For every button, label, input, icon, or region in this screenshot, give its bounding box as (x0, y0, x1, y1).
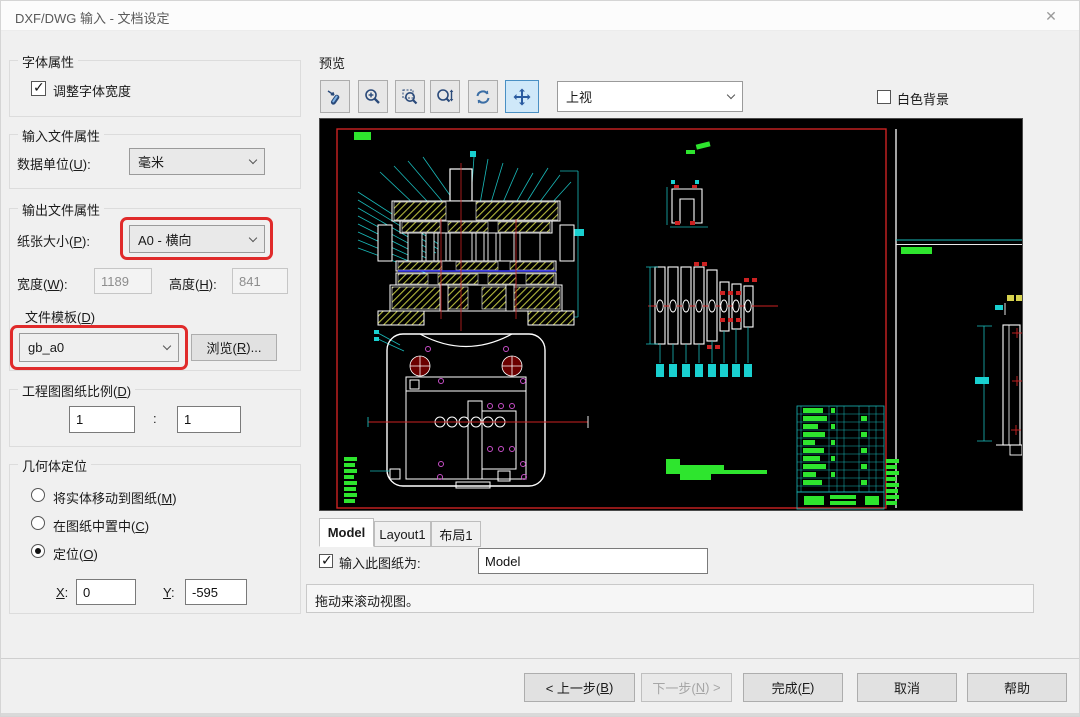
data-units-label: 数据单位(U): (17, 154, 91, 173)
radio-center-in-sheet[interactable] (31, 516, 45, 530)
green-step-profile (666, 459, 767, 480)
import-sheet-label: 输入此图纸为: (339, 553, 421, 572)
dxf-dwg-import-dialog: DXF/DWG 输入 - 文档设定 ✕ 字体属性 ✓ 调整字体宽度 输入文件属性… (0, 0, 1080, 717)
zoom-to-area-icon (400, 87, 420, 107)
width-label: 宽度(W): (17, 274, 68, 293)
height-field[interactable] (232, 268, 288, 294)
chevron-down-icon (249, 156, 257, 164)
back-button[interactable]: < 上一步(B) (524, 673, 635, 702)
refresh-icon (473, 87, 493, 107)
view-orientation-value: 上视 (566, 87, 722, 106)
white-background-checkbox[interactable]: ✓ (877, 90, 891, 104)
zoom-to-area-button[interactable] (395, 80, 425, 113)
view-orientation-combo[interactable]: 上视 (557, 81, 743, 112)
next-button[interactable]: 下一步(N) > (641, 673, 732, 702)
zoom-in-out-button[interactable] (358, 80, 388, 113)
browse-button[interactable]: 浏览(R)... (191, 334, 277, 361)
help-button[interactable]: 帮助 (967, 673, 1067, 702)
preview-canvas[interactable] (319, 118, 1023, 511)
radio-position-label: 定位(O) (53, 544, 98, 563)
radio-move-entities-label: 将实体移动到图纸(M) (53, 488, 177, 507)
y-field[interactable] (185, 579, 247, 605)
height-label: 高度(H): (169, 274, 217, 293)
chevron-down-icon (249, 233, 257, 241)
section-view (358, 157, 584, 331)
import-sheet-checkbox[interactable]: ✓ (319, 554, 333, 568)
sheet-divider (886, 129, 899, 508)
bom-table (797, 406, 884, 509)
paper-size-combo[interactable]: A0 - 横向 (129, 225, 265, 253)
tab-model-label: Model (328, 525, 366, 540)
bottom-edge (1, 713, 1080, 717)
geometry-position-title: 几何体定位 (18, 456, 91, 475)
zoom-selection-icon (325, 87, 345, 107)
scale-numerator-field[interactable] (69, 406, 135, 433)
zoom-in-out-icon (363, 87, 383, 107)
tab-buju1-label: 布局1 (439, 525, 472, 544)
finish-button[interactable]: 完成(F) (743, 673, 843, 702)
plan-view (368, 330, 588, 488)
zoom-to-fit-icon (435, 87, 455, 107)
cancel-button[interactable]: 取消 (857, 673, 957, 702)
tab-buju1[interactable]: 布局1 (431, 521, 481, 547)
chevron-down-icon (163, 342, 171, 350)
radio-position[interactable] (31, 544, 45, 558)
scale-colon: : (153, 411, 157, 426)
x-label: X: (56, 585, 68, 600)
left-green-blocks (344, 457, 357, 503)
file-template-combo[interactable]: gb_a0 (19, 333, 179, 362)
adjust-font-width-label: 调整字体宽度 (53, 81, 131, 100)
pan-button[interactable] (505, 80, 539, 113)
sheet-name-field[interactable] (478, 548, 708, 574)
scale-denominator-field[interactable] (177, 406, 241, 433)
preview-drawing (320, 119, 1022, 510)
detail-view (667, 180, 708, 227)
radio-move-entities-to-sheet[interactable] (31, 488, 45, 502)
x-field[interactable] (76, 579, 136, 605)
pan-icon (512, 87, 532, 107)
paper-size-value: A0 - 横向 (138, 230, 244, 249)
file-template-value: gb_a0 (28, 340, 158, 355)
input-file-title: 输入文件属性 (18, 126, 104, 145)
width-field[interactable] (94, 268, 152, 294)
data-units-value: 毫米 (138, 152, 244, 171)
zoom-to-fit-button[interactable] (430, 80, 460, 113)
output-file-title: 输出文件属性 (18, 200, 104, 219)
strip-layout-view (646, 262, 778, 377)
status-bar: 拖动来滚动视图。 (306, 584, 1034, 613)
zoom-selection-button[interactable] (320, 80, 350, 113)
second-sheet (896, 240, 1022, 455)
dialog-title: DXF/DWG 输入 - 文档设定 (15, 8, 170, 27)
geometry-position-group: 几何体定位 (9, 464, 301, 614)
chevron-down-icon (727, 91, 735, 99)
drawing-scale-title: 工程图图纸比例(D) (18, 381, 135, 400)
adjust-font-width-checkbox[interactable]: ✓ (31, 81, 46, 96)
refresh-button[interactable] (468, 80, 498, 113)
close-icon[interactable]: ✕ (1031, 3, 1071, 29)
file-template-label: 文件模板(D) (25, 307, 95, 326)
tab-model[interactable]: Model (319, 518, 374, 547)
data-units-combo[interactable]: 毫米 (129, 148, 265, 175)
footer-separator (1, 658, 1080, 659)
font-properties-title: 字体属性 (18, 52, 78, 71)
white-background-label: 白色背景 (897, 89, 949, 108)
preview-title: 预览 (319, 53, 345, 72)
tab-layout1-label: Layout1 (379, 527, 425, 542)
y-label: Y: (163, 585, 175, 600)
paper-size-label: 纸张大小(P): (17, 231, 90, 250)
tab-layout1[interactable]: Layout1 (374, 521, 431, 547)
radio-center-in-sheet-label: 在图纸中置中(C) (53, 516, 149, 535)
title-bar: DXF/DWG 输入 - 文档设定 ✕ (1, 1, 1079, 31)
